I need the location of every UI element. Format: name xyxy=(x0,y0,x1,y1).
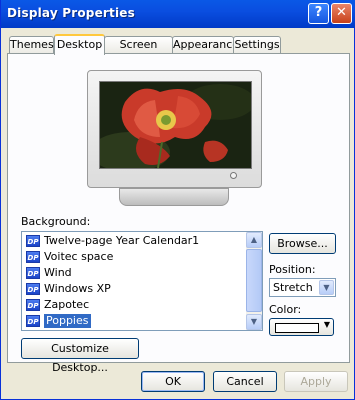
cancel-button[interactable]: Cancel xyxy=(213,371,277,392)
background-list-items: DP Twelve-page Year Calendar1 DP Voitec … xyxy=(23,233,247,329)
picture-file-icon: DP xyxy=(26,283,40,295)
picture-file-icon: DP xyxy=(26,251,40,263)
list-item[interactable]: DP Windows XP xyxy=(23,281,247,297)
chevron-down-icon: ▼ xyxy=(323,320,330,329)
list-item-label: Windows XP xyxy=(44,282,111,295)
customize-desktop-button[interactable]: Customize Desktop... xyxy=(21,338,139,374)
list-item-label: Poppies xyxy=(44,314,91,328)
tab-settings[interactable]: Settings xyxy=(233,36,281,53)
color-swatch xyxy=(275,323,319,333)
picture-file-icon: DP xyxy=(26,267,40,279)
monitor-frame xyxy=(87,70,262,188)
list-item-label: Twelve-page Year Calendar1 xyxy=(44,234,200,247)
poppies-image xyxy=(100,82,251,168)
monitor-preview xyxy=(87,70,262,208)
wallpaper-preview-poppies xyxy=(99,81,252,169)
list-item-label: Voitec space xyxy=(44,250,114,263)
apply-button[interactable]: Apply xyxy=(284,371,348,392)
list-item[interactable]: DP Wind xyxy=(23,265,247,281)
position-label: Position: xyxy=(269,263,316,276)
position-select[interactable]: Stretch ▼ xyxy=(269,278,336,297)
color-picker-button[interactable]: ▼ xyxy=(269,318,334,336)
ok-button[interactable]: OK xyxy=(141,371,205,392)
monitor-stand xyxy=(119,188,229,206)
chevron-down-icon[interactable]: ▼ xyxy=(319,280,334,295)
list-item-label: Zapotec xyxy=(44,298,90,311)
list-item[interactable]: DP Twelve-page Year Calendar1 xyxy=(23,233,247,249)
tab-themes[interactable]: Themes xyxy=(9,36,54,53)
position-value: Stretch xyxy=(273,281,313,294)
display-properties-window: Display Properties ? ✕ Themes Desktop Sc… xyxy=(0,0,355,400)
background-label: Background: xyxy=(21,215,91,228)
picture-file-icon: DP xyxy=(26,235,40,247)
close-button[interactable]: ✕ xyxy=(331,3,352,24)
list-item[interactable]: DP Voitec space xyxy=(23,249,247,265)
power-indicator xyxy=(230,172,237,179)
picture-file-icon: DP xyxy=(26,315,40,327)
list-scrollbar[interactable]: ▲ ▼ xyxy=(246,232,262,330)
picture-file-icon: DP xyxy=(26,299,40,311)
color-label: Color: xyxy=(269,303,302,316)
tab-desktop[interactable]: Desktop xyxy=(54,34,105,55)
tab-appearance[interactable]: Appearance xyxy=(172,36,239,53)
browse-button[interactable]: Browse... xyxy=(269,233,336,254)
list-item-label: Wind xyxy=(44,266,72,279)
tab-screen-saver[interactable]: Screen Saver xyxy=(104,36,173,67)
scroll-down-arrow-icon[interactable]: ▼ xyxy=(246,314,262,330)
scroll-up-arrow-icon[interactable]: ▲ xyxy=(246,232,262,248)
list-item-selected[interactable]: DP Poppies xyxy=(23,313,247,329)
scroll-thumb[interactable] xyxy=(246,249,262,312)
background-list[interactable]: DP Twelve-page Year Calendar1 DP Voitec … xyxy=(21,231,263,331)
title-bar[interactable]: Display Properties ? ✕ xyxy=(1,0,355,28)
help-button[interactable]: ? xyxy=(308,3,329,24)
list-item[interactable]: DP Zapotec xyxy=(23,297,247,313)
window-title: Display Properties xyxy=(7,6,135,20)
